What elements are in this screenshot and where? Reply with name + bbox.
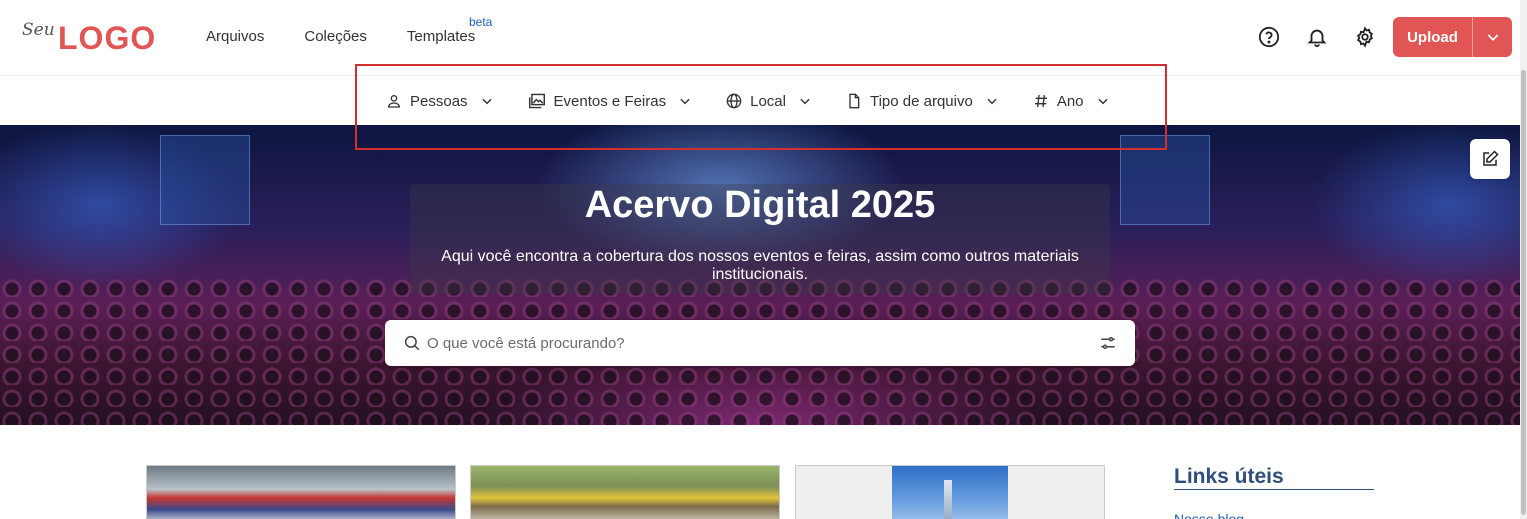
top-navbar: Seu LOGO Arquivos Coleções Templates bet… [0,0,1520,76]
help-button[interactable] [1254,22,1284,52]
settings-button[interactable] [1350,22,1380,52]
hero-screen-right [1120,135,1210,225]
chevron-down-icon [800,98,810,105]
hash-icon [1034,94,1047,108]
useful-link-blog[interactable]: Nosso blog [1174,511,1244,519]
chevron-down-icon [481,98,492,105]
gallery-icon [528,93,545,109]
nav-link-colecoes[interactable]: Coleções [304,28,367,45]
file-icon [849,93,860,109]
filter-pessoas[interactable]: Pessoas [386,90,494,112]
collection-card-image[interactable] [795,465,1105,519]
nav-link-templates[interactable]: Templates [407,28,475,45]
logo[interactable]: Seu LOGO [22,18,162,58]
collection-card-image[interactable] [146,465,456,519]
search-icon [404,335,420,351]
collection-card-image[interactable] [470,465,780,519]
hero-title: Acervo Digital 2025 [584,184,936,226]
scrollbar-thumb[interactable] [1521,70,1526,515]
filter-local[interactable]: Local [726,90,812,112]
filter-label: Eventos e Feiras [553,92,667,110]
gear-icon [1356,26,1374,48]
edit-icon [1483,150,1499,166]
filter-ano[interactable]: Ano [1033,90,1110,112]
search-bar [385,320,1135,366]
filter-label: Tipo de arquivo [869,92,973,110]
upload-button[interactable]: Upload [1393,17,1512,57]
help-circle-icon [1258,26,1280,48]
chevron-down-icon [1097,98,1108,105]
page-scrollbar[interactable] [1520,0,1527,519]
notifications-button[interactable] [1302,22,1332,52]
logo-mark: LOGO [58,20,157,56]
main-nav: Arquivos Coleções Templates [206,28,475,45]
filter-label: Ano [1056,92,1084,110]
hero-screen-left [160,135,250,225]
upload-dropdown-toggle[interactable] [1473,29,1512,45]
chevron-down-icon [987,98,997,105]
chevron-down-icon [680,98,690,105]
bell-icon [1307,29,1327,48]
filter-list: Pessoas Eventos e Feiras Local Tipo de a… [386,90,1144,112]
nav-link-arquivos[interactable]: Arquivos [206,28,264,45]
filter-eventos-e-feiras[interactable]: Eventos e Feiras [528,90,693,112]
edit-banner-button[interactable] [1470,139,1510,179]
filter-label: Local [750,92,786,110]
useful-links-title: Links úteis [1174,465,1284,488]
upload-label: Upload [1407,28,1458,46]
hero-subtitle: Aqui você encontra a cobertura dos nosso… [441,248,1079,283]
search-input[interactable] [427,328,1067,358]
globe-icon [726,93,742,109]
card-image-tower [944,480,952,519]
useful-links-divider [1174,489,1374,490]
filter-label: Pessoas [410,92,468,110]
filter-settings-icon[interactable] [1099,334,1117,352]
person-icon [387,95,401,108]
logo-prefix: Seu [22,20,55,40]
beta-badge: beta [469,15,493,29]
filter-tipo-de-arquivo[interactable]: Tipo de arquivo [846,90,999,112]
chevron-down-icon [1487,34,1498,41]
